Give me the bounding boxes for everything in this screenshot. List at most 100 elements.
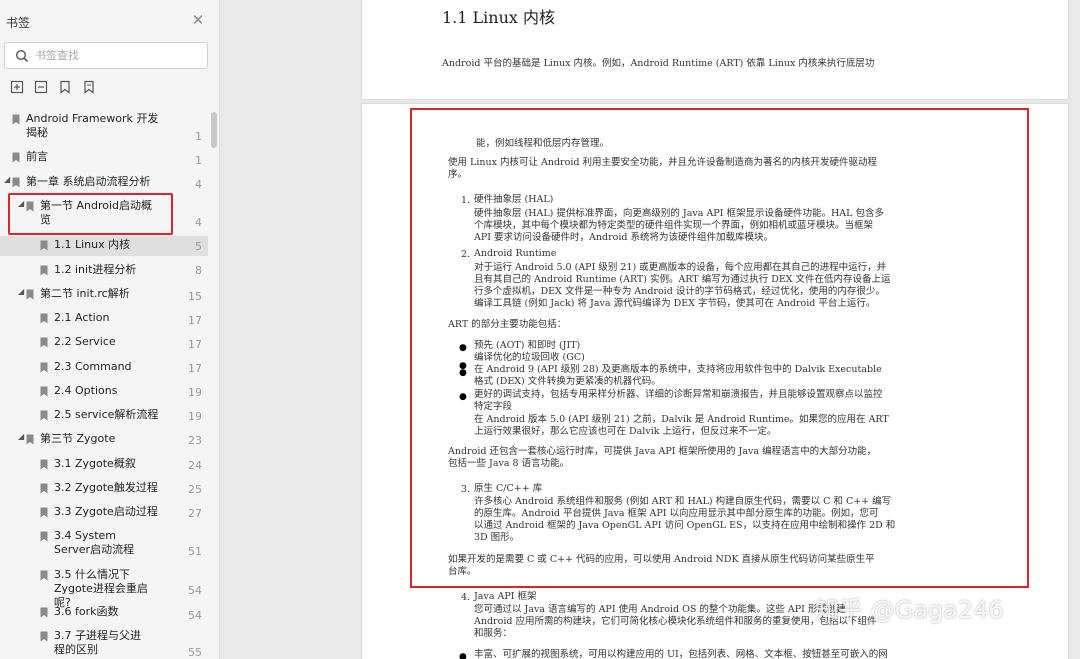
bookmark-label: 第二节 init.rc解析 bbox=[40, 287, 130, 300]
list-number: 4. bbox=[461, 592, 471, 603]
bookmark-item[interactable]: 前言 1 bbox=[0, 148, 208, 168]
bookmark-icon bbox=[12, 114, 20, 125]
bookmark-icon bbox=[40, 410, 48, 421]
bookmark-item[interactable]: 3.2 Zygote触发过程 25 bbox=[0, 479, 208, 499]
bookmark-item[interactable]: ◢ 第一章 系统启动流程分析 4 bbox=[0, 173, 208, 193]
bookmark-page-number: 54 bbox=[188, 609, 202, 622]
bookmark-icon bbox=[26, 289, 34, 300]
bookmark-page-number: 23 bbox=[188, 434, 202, 447]
bullet-icon: ● bbox=[459, 652, 467, 659]
bookmark-icon bbox=[12, 177, 20, 188]
search-icon bbox=[15, 49, 29, 63]
bookmark-icon bbox=[40, 362, 48, 373]
bookmark-page-number: 15 bbox=[188, 290, 202, 303]
collapse-caret-icon[interactable]: ◢ bbox=[18, 287, 24, 296]
paragraph-text: 和服务： bbox=[474, 628, 513, 639]
bookmark-search-box[interactable] bbox=[4, 42, 208, 69]
bookmark-item[interactable]: 3.6 fork函数 54 bbox=[0, 603, 208, 623]
bookmark-page-number: 4 bbox=[195, 216, 202, 229]
bookmark-page-number: 19 bbox=[188, 386, 202, 399]
bookmark-label: 3.2 Zygote触发过程 bbox=[54, 481, 158, 494]
bookmark-icon bbox=[40, 631, 48, 642]
collapse-caret-icon[interactable]: ◢ bbox=[18, 432, 24, 441]
bookmark-label: 3.1 Zygote概叙 bbox=[54, 457, 136, 470]
bookmark-page-number: 5 bbox=[195, 240, 202, 253]
add-bookmark-icon[interactable] bbox=[10, 80, 24, 94]
bookmark-item[interactable]: 2.5 service解析流程 19 bbox=[0, 406, 208, 426]
bookmark-page-number: 24 bbox=[188, 459, 202, 472]
bookmark-label: 前言 bbox=[26, 150, 48, 163]
bookmark-item[interactable]: 1.2 init进程分析 8 bbox=[0, 261, 208, 281]
bookmark-item[interactable]: 3.3 Zygote启动过程 27 bbox=[0, 503, 208, 523]
bookmark-icon bbox=[12, 152, 20, 163]
bookmark-item[interactable]: 2.4 Options 19 bbox=[0, 382, 208, 402]
bookmark-page-number: 17 bbox=[188, 338, 202, 351]
bookmark-icon bbox=[26, 434, 34, 445]
remove-bookmark-icon[interactable] bbox=[34, 80, 48, 94]
bookmark-page-number: 17 bbox=[188, 314, 202, 327]
bookmark-label: 第三节 Zygote bbox=[40, 432, 116, 445]
bookmark-label: 3.3 Zygote启动过程 bbox=[54, 505, 158, 518]
bookmark-item[interactable]: ◢ 第三节 Zygote 23 bbox=[0, 430, 208, 450]
bookmark-page-number: 54 bbox=[188, 584, 202, 597]
bookmark-icon bbox=[40, 265, 48, 276]
bookmark-label: 1.1 Linux 内核 bbox=[54, 238, 131, 251]
paragraph-text: Android 平台的基础是 Linux 内核。例如，Android Runti… bbox=[442, 58, 875, 69]
bookmark-page-number: 8 bbox=[195, 264, 202, 277]
bookmarks-title: 书签 bbox=[6, 16, 31, 30]
bookmark-page-number: 4 bbox=[195, 178, 202, 191]
bookmark-icon bbox=[40, 459, 48, 470]
bookmark-item[interactable]: 3.4 System Server启动流程 51 bbox=[0, 527, 208, 561]
bookmark-item[interactable]: 3.1 Zygote概叙 24 bbox=[0, 455, 208, 475]
paragraph-text: 丰富、可扩展的视图系统，可用以构建应用的 UI，包括列表、网格、文本框、按钮甚至… bbox=[474, 649, 888, 659]
bookmark-page-number: 55 bbox=[188, 646, 202, 659]
bookmark-label: 3.6 fork函数 bbox=[54, 605, 119, 618]
bookmark-label: 3.7 子进程与父进程的区别 bbox=[54, 629, 141, 656]
bookmark-search-input[interactable] bbox=[35, 46, 203, 65]
bookmark-page-number: 1 bbox=[195, 130, 202, 143]
watermark-text: 知乎 @Gaga246 bbox=[815, 596, 1004, 624]
bookmark-label: Android Framework 开发揭秘 bbox=[26, 112, 159, 139]
bookmarks-panel: 书签 ✕ Android Framework 开发揭秘 1 前言 1 ◢ 第一章 系统启动… bbox=[0, 0, 220, 659]
section-title: 1.1 Linux 内核 bbox=[442, 8, 555, 27]
bookmark-icon bbox=[40, 607, 48, 618]
bookmark-item[interactable]: Android Framework 开发揭秘 1 bbox=[0, 110, 208, 144]
bookmark-icon bbox=[40, 386, 48, 397]
bookmark-label: 2.3 Command bbox=[54, 360, 132, 373]
pdf-page: 1.1 Linux 内核 Android 平台的基础是 Linux 内核。例如，… bbox=[362, 0, 1068, 99]
bookmark-label: 1.2 init进程分析 bbox=[54, 263, 137, 276]
bookmark-item[interactable]: ◢ 第二节 init.rc解析 15 bbox=[0, 285, 208, 305]
sidebar-scrollbar[interactable] bbox=[211, 112, 217, 148]
bookmark-icon bbox=[40, 531, 48, 542]
bookmark-label: 2.2 Service bbox=[54, 335, 116, 348]
bookmark-label: 第一章 系统启动流程分析 bbox=[26, 175, 151, 188]
bookmark-label: 2.1 Action bbox=[54, 311, 110, 324]
bookmark-item[interactable]: 1.1 Linux 内核 5 bbox=[0, 236, 208, 256]
close-icon[interactable]: ✕ bbox=[190, 12, 206, 28]
paragraph-text: 您可通过以 Java 语言编写的 API 使用 Android OS 的整个功能… bbox=[474, 604, 846, 615]
bookmark-page-number: 19 bbox=[188, 410, 202, 423]
bookmark-icon bbox=[40, 570, 48, 581]
bookmark-item[interactable]: 2.3 Command 17 bbox=[0, 358, 208, 378]
list-heading: Java API 框架 bbox=[474, 591, 537, 602]
highlight-box bbox=[410, 108, 1029, 588]
bookmark-item[interactable]: 3.5 什么情况下Zygote进程会重启呢? 54 bbox=[0, 566, 208, 609]
bookmark-icon[interactable] bbox=[58, 80, 72, 94]
highlight-box bbox=[8, 193, 173, 235]
bookmark-item[interactable]: 3.7 子进程与父进程的区别 55 bbox=[0, 627, 208, 659]
bookmark-label: 3.4 System Server启动流程 bbox=[54, 529, 135, 556]
bookmark-label: 2.4 Options bbox=[54, 384, 118, 397]
bookmark-icon bbox=[40, 337, 48, 348]
bookmark-icon bbox=[40, 240, 48, 251]
bookmark-page-number: 27 bbox=[188, 507, 202, 520]
bookmark-icon bbox=[40, 313, 48, 324]
bookmark-item[interactable]: 2.1 Action 17 bbox=[0, 309, 208, 329]
bookmark-page-number: 51 bbox=[188, 545, 202, 558]
bookmark-page-number: 17 bbox=[188, 362, 202, 375]
bookmarks-header: 书签 ✕ bbox=[0, 0, 219, 38]
collapse-caret-icon[interactable]: ◢ bbox=[4, 175, 10, 184]
bookmark-item[interactable]: 2.2 Service 17 bbox=[0, 333, 208, 353]
bookmark-page-number: 25 bbox=[188, 483, 202, 496]
bookmark-outline-icon[interactable] bbox=[82, 80, 96, 94]
document-view[interactable]: 1.1 Linux 内核 Android 平台的基础是 Linux 内核。例如，… bbox=[220, 0, 1080, 659]
